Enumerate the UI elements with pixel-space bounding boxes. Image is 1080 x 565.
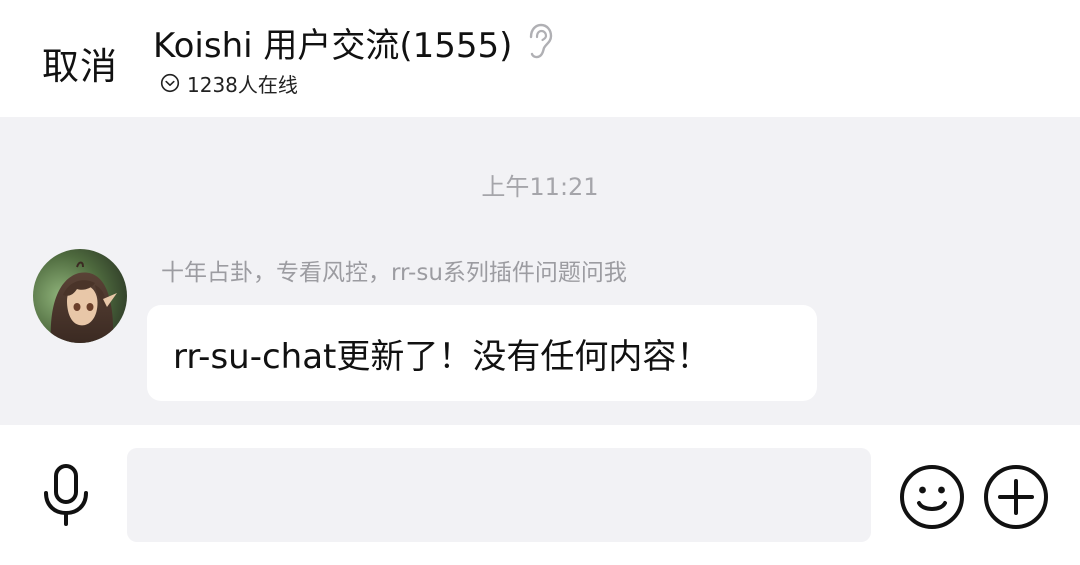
smiley-icon[interactable] (899, 464, 965, 530)
time-divider: 上午11:21 (481, 173, 599, 201)
plus-circle-icon[interactable] (983, 464, 1049, 530)
chat-screen: 取消 Koishi 用户交流(1555) 1238人在线 上午11:21 十年占… (0, 0, 1080, 565)
message-input[interactable] (127, 448, 871, 542)
online-count-toggle[interactable]: 1238人在线 (160, 70, 298, 97)
group-title: Koishi 用户交流(1555) (153, 25, 513, 66)
input-bar (0, 425, 1080, 565)
chevron-down-circle-icon (160, 73, 180, 93)
cancel-button[interactable]: 取消 (42, 36, 118, 90)
message-text: rr-su-chat更新了！没有任何内容！ (173, 336, 711, 377)
title-row: Koishi 用户交流(1555) (153, 20, 554, 66)
sender-name: 十年占卦，专看风控，rr-su系列插件问题问我 (161, 260, 627, 286)
avatar[interactable] (33, 249, 127, 343)
header: 取消 Koishi 用户交流(1555) 1238人在线 (0, 0, 1080, 117)
message-bubble[interactable]: rr-su-chat更新了！没有任何内容！ (147, 305, 817, 401)
online-count: 1238人在线 (187, 72, 298, 97)
message-list[interactable]: 上午11:21 十年占卦，专看风控，rr-su系列插件问题问我 rr-su-ch… (0, 117, 1080, 425)
ear-icon[interactable] (526, 23, 554, 61)
microphone-icon[interactable] (38, 463, 94, 527)
